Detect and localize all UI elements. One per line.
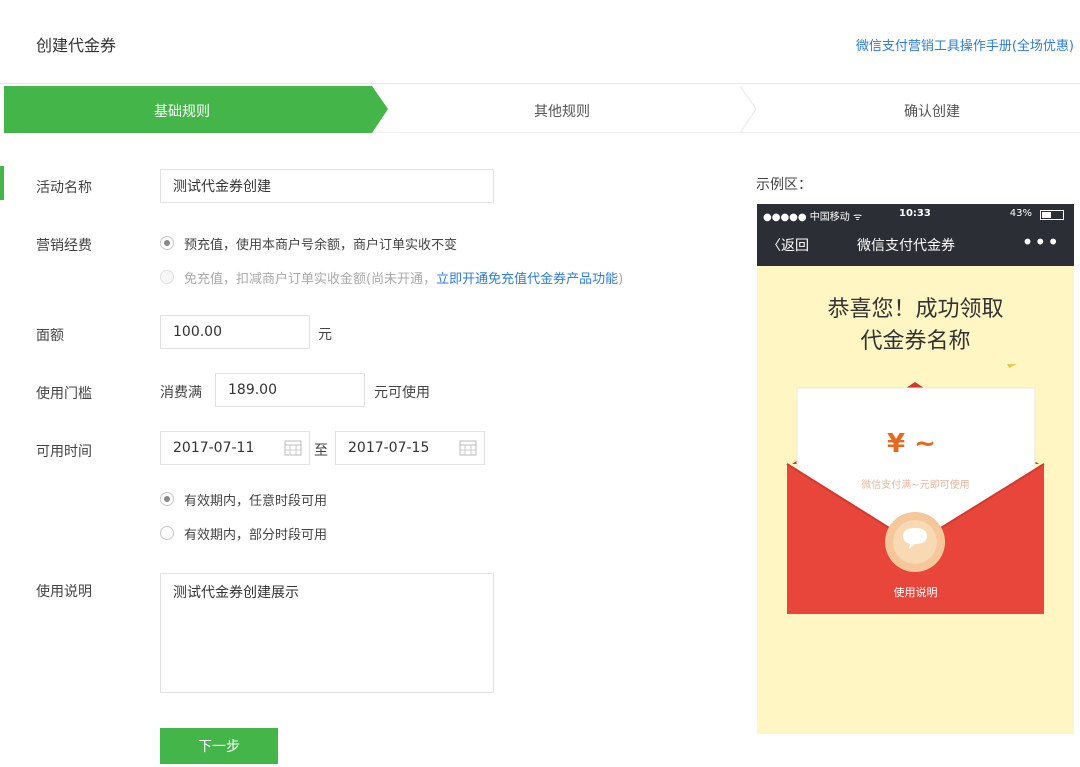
partial-time-radio[interactable]	[160, 526, 174, 540]
no-prepaid-radio	[160, 270, 174, 284]
activity-name-input[interactable]	[160, 169, 494, 203]
instructions-label: 使用说明	[36, 584, 92, 600]
back-button: 〈返回	[767, 238, 809, 254]
congrats-text: 恭喜您！成功领取 代金券名称	[757, 294, 1074, 358]
prepaid-option[interactable]: 预充值，使用本商户号余额，商户订单实收不变	[160, 233, 457, 253]
phone-status-bar: ●●●●● 中国移动 ᯤ 10:33 43%	[757, 204, 1074, 224]
congrats-line-1: 恭喜您！成功领取	[827, 297, 1004, 322]
carrier-signal: ●●●●● 中国移动 ᯤ	[763, 212, 863, 223]
preview-label: 示例区：	[756, 177, 812, 193]
confetti-3	[1007, 364, 1017, 368]
step-indicator: 基础规则 其他规则 确认创建	[4, 86, 1080, 133]
face-value-unit: 元	[318, 327, 332, 343]
battery-percent: 43%	[1009, 208, 1032, 219]
manual-link[interactable]: 微信支付营销工具操作手册(全场优惠)	[856, 35, 1074, 54]
partial-time-option[interactable]: 有效期内，部分时段可用	[160, 523, 327, 543]
instructions-textarea[interactable]: 测试代金券创建展示	[160, 573, 494, 693]
threshold-suffix: 元可使用	[374, 385, 430, 401]
available-time-label: 可用时间	[36, 444, 92, 460]
coupon-amount: ¥ ~	[887, 429, 936, 459]
no-prepaid-text: 免充值，扣减商户订单实收金额(尚未开通，	[184, 271, 437, 287]
enable-no-prepaid-link[interactable]: 立即开通免充值代金券产品功能	[436, 272, 618, 287]
partial-time-option-label: 有效期内，部分时段可用	[184, 527, 328, 543]
face-value-label: 面额	[36, 328, 64, 344]
prepaid-option-label: 预充值，使用本商户号余额，商户订单实收不变	[184, 237, 458, 253]
next-step-button[interactable]: 下一步	[160, 728, 278, 764]
no-prepaid-option-label: 免充值，扣减商户订单实收金额(尚未开通，立即开通免充值代金券产品功能)	[184, 268, 623, 287]
date-range-separator: 至	[314, 443, 328, 459]
page-header: 创建代金券 微信支付营销工具操作手册(全场优惠)	[0, 0, 1080, 84]
coupon-description: 微信支付满~元即可使用	[861, 480, 970, 491]
calendar-icon[interactable]	[284, 440, 302, 456]
active-field-indicator	[0, 166, 4, 200]
threshold-prefix: 消费满	[160, 385, 202, 401]
envelope-use-instructions: 使用说明	[893, 586, 938, 599]
face-value-input[interactable]	[160, 315, 310, 349]
no-prepaid-suffix: )	[618, 271, 624, 287]
congrats-line-2: 代金券名称	[860, 329, 971, 354]
phone-nav-bar: 〈返回 微信支付代金券 •••	[757, 224, 1074, 266]
step-confirm-create[interactable]: 确认创建	[904, 101, 960, 121]
no-prepaid-option: 免充值，扣减商户订单实收金额(尚未开通，立即开通免充值代金券产品功能)	[160, 267, 623, 287]
threshold-input[interactable]	[215, 373, 365, 407]
any-time-option-label: 有效期内，任意时段可用	[184, 493, 328, 509]
battery-icon	[1040, 210, 1064, 220]
activity-name-label: 活动名称	[36, 180, 92, 196]
any-time-radio[interactable]	[160, 492, 174, 506]
page-title: 创建代金券	[36, 36, 117, 55]
more-icon: •••	[1021, 230, 1060, 254]
step-other-rules[interactable]: 其他规则	[534, 101, 590, 121]
prepaid-radio[interactable]	[160, 236, 174, 250]
phone-preview: ●●●●● 中国移动 ᯤ 10:33 43% 〈返回 微信支付代金券 ••• 恭…	[757, 204, 1074, 734]
any-time-option[interactable]: 有效期内，任意时段可用	[160, 489, 327, 509]
marketing-fee-label: 营销经费	[36, 238, 92, 254]
battery-fill	[1042, 212, 1051, 218]
status-time: 10:33	[899, 208, 931, 219]
phone-nav-title: 微信支付代金券	[857, 238, 955, 254]
step-basic-rules[interactable]: 基础规则	[154, 101, 210, 121]
threshold-label: 使用门槛	[36, 386, 92, 402]
calendar-icon[interactable]	[459, 440, 477, 456]
